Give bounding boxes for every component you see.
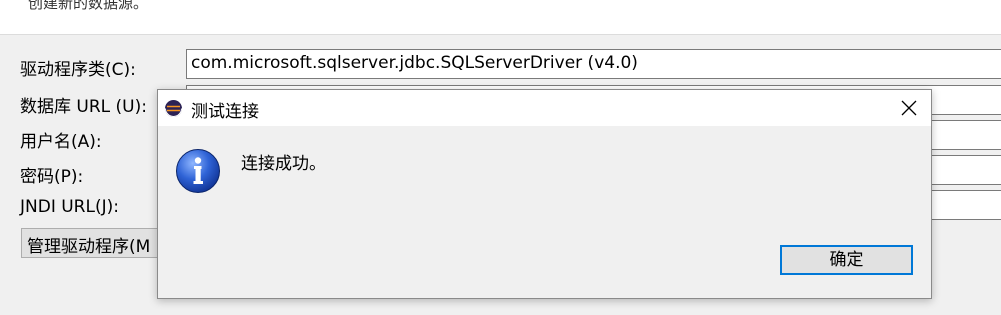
close-icon [901,100,917,116]
banner-description: 创建新的数据源。 [28,0,149,12]
eclipse-icon [164,99,183,118]
jndi-url-label: JNDI URL(J): [20,197,119,217]
close-button[interactable] [891,92,925,122]
driver-class-label: 驱动程序类(C): [20,60,136,80]
wizard-banner: 创建新的数据源。 [0,0,1001,35]
ok-button[interactable]: 确定 [780,245,913,275]
test-connection-dialog: 测试连接 连接成功。 确定 [157,89,932,299]
driver-class-value: com.microsoft.sqlserver.jdbc.SQLServerDr… [191,53,638,73]
dialog-message: 连接成功。 [241,154,326,174]
driver-class-field[interactable]: com.microsoft.sqlserver.jdbc.SQLServerDr… [186,49,1001,79]
database-url-label: 数据库 URL (U): [20,97,147,117]
password-label: 密码(P): [20,167,84,187]
info-icon [175,148,221,194]
dialog-titlebar[interactable]: 测试连接 [158,90,931,126]
dialog-title: 测试连接 [191,102,259,122]
username-label: 用户名(A): [20,132,102,152]
